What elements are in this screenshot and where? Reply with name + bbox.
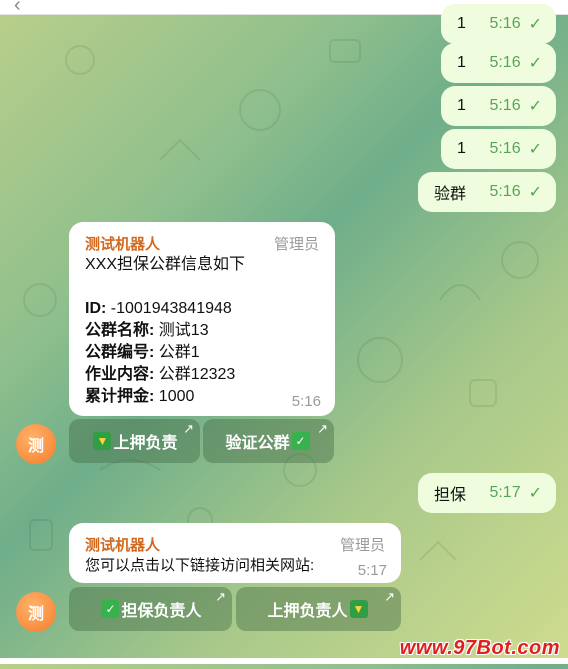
message-time: 5:16 — [489, 15, 521, 32]
message-text: 担保 — [434, 487, 467, 504]
message-text: 1 — [457, 54, 466, 71]
incoming-message: 测试机器人 管理员 XXX担保公群信息如下 ID: -1001943841948… — [69, 222, 335, 416]
message-text: 您可以点击以下链接访问相关网站: — [85, 557, 315, 574]
message-time: 5:16 — [489, 183, 521, 200]
outgoing-message: 1 5:16 ✓ — [441, 43, 556, 83]
message-text: 1 — [457, 140, 466, 157]
message-time: 5:16 — [291, 393, 321, 410]
info-line-group-number: 公群编号: 公群1 — [85, 344, 200, 361]
admin-badge: 管理员 — [273, 236, 319, 253]
outgoing-message: 担保 5:17 ✓ — [418, 473, 556, 513]
info-line-job: 作业内容: 公群12323 — [85, 366, 236, 383]
message-time: 5:16 — [489, 140, 521, 157]
message-time: 5:17 — [357, 562, 387, 579]
sender-name: 测试机器人 — [85, 236, 161, 253]
external-link-icon: ↗ — [183, 421, 194, 436]
admin-badge: 管理员 — [339, 537, 385, 554]
inline-button-deposit-manager[interactable]: ▼ 上押负责 ↗ — [69, 419, 200, 463]
read-check-icon: ✓ — [528, 55, 542, 72]
inline-button-verify-group[interactable]: 验证公群 ✓ ↗ — [203, 419, 334, 463]
outgoing-message: 1 5:16 ✓ — [441, 129, 556, 169]
back-arrow-icon[interactable]: ‹ — [14, 0, 21, 14]
message-time: 5:16 — [489, 97, 521, 114]
message-time: 5:16 — [489, 54, 521, 71]
external-link-icon: ↗ — [317, 421, 328, 436]
read-check-icon: ✓ — [528, 141, 542, 158]
outgoing-message: 1 5:16 ✓ — [441, 4, 556, 44]
info-line-deposit: 累计押金: 1000 — [85, 388, 195, 405]
message-text: 1 — [457, 15, 466, 32]
check-mark-icon: ✓ — [291, 432, 310, 450]
outgoing-message: 验群 5:16 ✓ — [418, 172, 556, 212]
read-check-icon: ✓ — [528, 184, 542, 201]
inline-button-deposit-manager[interactable]: 上押负责人 ▼ ↗ — [236, 587, 401, 631]
watermark: www.97Bot.com — [399, 637, 560, 659]
external-link-icon: ↗ — [384, 589, 395, 604]
sender-name: 测试机器人 — [85, 537, 161, 554]
read-check-icon: ✓ — [528, 16, 542, 33]
message-text: 1 — [457, 97, 466, 114]
incoming-message: 测试机器人 管理员 您可以点击以下链接访问相关网站: 5:17 — [69, 523, 401, 583]
info-line-id: ID: -1001943841948 — [85, 300, 232, 317]
message-text: 验群 — [434, 186, 467, 203]
inline-button-guarantee-manager[interactable]: ✓ 担保负责人 ↗ — [69, 587, 232, 631]
bot-avatar[interactable]: 测 — [16, 424, 56, 464]
check-mark-icon: ✓ — [101, 600, 120, 618]
bot-avatar[interactable]: 测 — [16, 592, 56, 632]
external-link-icon: ↗ — [215, 589, 226, 604]
outgoing-message: 1 5:16 ✓ — [441, 86, 556, 126]
beginner-icon: ▼ — [349, 600, 368, 618]
read-check-icon: ✓ — [528, 485, 542, 502]
read-check-icon: ✓ — [528, 98, 542, 115]
beginner-icon: ▼ — [93, 432, 112, 450]
message-title: XXX担保公群信息如下 — [85, 256, 246, 273]
message-time: 5:17 — [489, 484, 521, 501]
info-line-group-name: 公群名称: 测试13 — [85, 322, 209, 339]
